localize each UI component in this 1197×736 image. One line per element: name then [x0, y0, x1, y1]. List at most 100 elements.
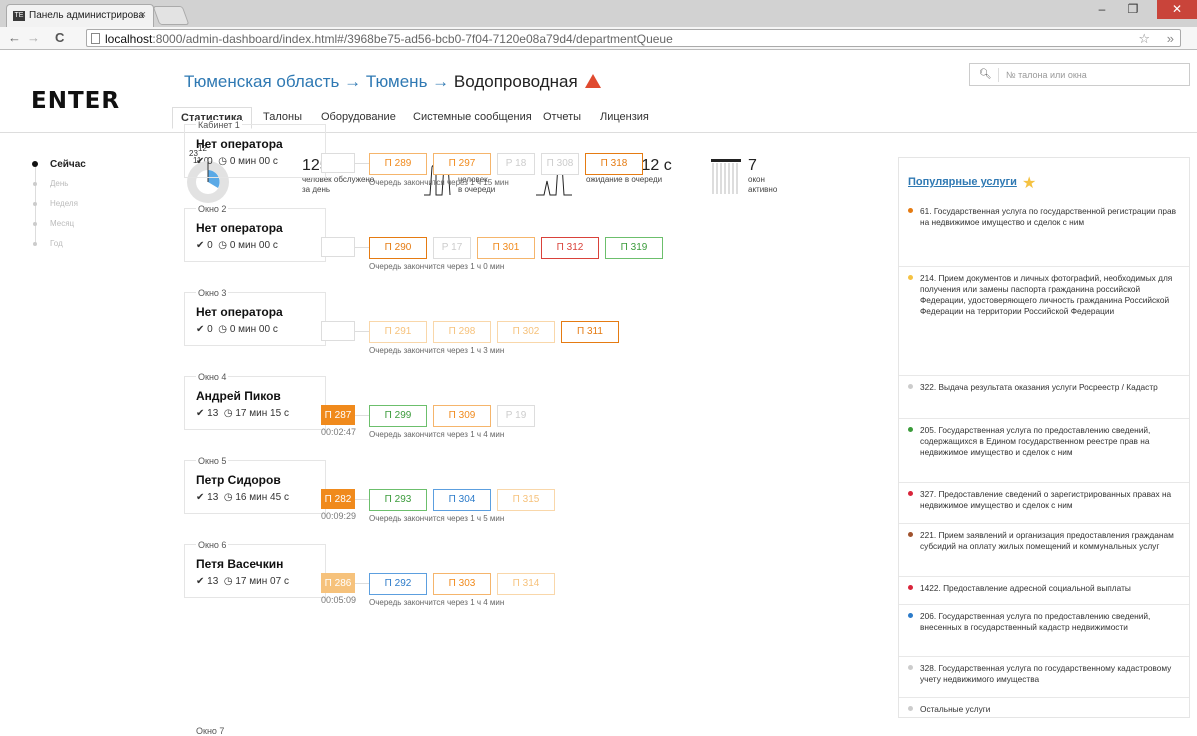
- window-card[interactable]: Петя Васечкин ✔ 13 ◷ 17 мин 07 с: [184, 544, 326, 598]
- popular-service-item[interactable]: 205. Государственная услуга по предостав…: [899, 418, 1189, 482]
- queue-ticket[interactable]: Р 19: [497, 405, 535, 427]
- popular-service-item[interactable]: 221. Прием заявлений и организация предо…: [899, 523, 1189, 576]
- popular-service-item[interactable]: 214. Прием документов и личных фотографи…: [899, 266, 1189, 375]
- queue-ticket[interactable]: П 312: [541, 237, 599, 259]
- window-card[interactable]: Нет оператора ✔ 0 ◷ 0 мин 00 с: [184, 292, 326, 346]
- current-ticket-timer: 00:02:47: [321, 427, 357, 437]
- queue-ticket[interactable]: П 311: [561, 321, 619, 343]
- queue-end-estimate: Очередь закончится через 1 ч 4 мин: [369, 598, 505, 607]
- reload-icon[interactable]: C: [55, 30, 64, 45]
- service-text: 328. Государственная услуга по государст…: [920, 663, 1172, 684]
- queue-ticket[interactable]: П 308: [541, 153, 579, 175]
- window-label: Окно 3: [196, 288, 229, 298]
- minimize-icon[interactable]: –: [1092, 0, 1112, 19]
- popular-services-title[interactable]: Популярные услуги: [908, 176, 1017, 188]
- search-icon[interactable]: 🔍︎: [979, 69, 992, 80]
- current-ticket[interactable]: П 287: [321, 405, 355, 425]
- url-path: :8000/admin-dashboard/index.html#/3968be…: [152, 32, 673, 46]
- popular-service-item[interactable]: 1422. Предоставление адресной социальной…: [899, 576, 1189, 604]
- queue-ticket[interactable]: П 292: [369, 573, 427, 595]
- queue-ticket[interactable]: П 303: [433, 573, 491, 595]
- warning-icon[interactable]: [585, 74, 602, 88]
- window-card[interactable]: Петр Сидоров ✔ 13 ◷ 16 мин 45 с: [184, 460, 326, 514]
- popular-service-item[interactable]: 61. Государственная услуга по государств…: [899, 200, 1189, 266]
- queue-ticket[interactable]: П 297: [433, 153, 491, 175]
- queue-ticket[interactable]: П 304: [433, 489, 491, 511]
- tabs-divider: [0, 132, 1197, 133]
- tab-system-messages[interactable]: Системные сообщения: [413, 107, 532, 127]
- service-text: 206. Государственная услуга по предостав…: [920, 611, 1151, 632]
- period-week[interactable]: Неделя: [30, 199, 86, 219]
- popular-service-item[interactable]: 322. Выдача результата оказания услуги Р…: [899, 375, 1189, 418]
- check-circle-icon: ✔: [196, 492, 205, 503]
- queue-ticket[interactable]: П 290: [369, 237, 427, 259]
- back-icon[interactable]: ←: [8, 30, 21, 45]
- address-bar[interactable]: localhost:8000/admin-dashboard/index.htm…: [86, 29, 1181, 47]
- current-ticket[interactable]: П 286: [321, 573, 355, 593]
- queue-ticket[interactable]: П 302: [497, 321, 555, 343]
- queue-ticket[interactable]: П 299: [369, 405, 427, 427]
- queue-ticket[interactable]: П 301: [477, 237, 535, 259]
- popular-services-panel: Популярные услуги ★ 61. Государственная …: [898, 157, 1190, 718]
- operator-stats: ✔ 13 ◷ 16 мин 45 с: [196, 492, 289, 503]
- current-ticket[interactable]: [321, 153, 355, 173]
- window-label: Окно 5: [196, 456, 229, 466]
- window-label: Кабинет 1: [196, 120, 242, 130]
- current-ticket[interactable]: [321, 321, 355, 341]
- tab-close-icon[interactable]: ×: [140, 9, 146, 21]
- queue-ticket[interactable]: Р 18: [497, 153, 535, 175]
- operator-name: Андрей Пиков: [196, 389, 281, 403]
- popular-service-item[interactable]: 327. Предоставление сведений о зарегистр…: [899, 482, 1189, 523]
- window-card[interactable]: Андрей Пиков ✔ 13 ◷ 17 мин 15 с: [184, 376, 326, 430]
- service-bullet-icon: [908, 208, 913, 213]
- service-text: 1422. Предоставление адресной социальной…: [920, 583, 1131, 593]
- forward-icon[interactable]: →: [27, 30, 40, 45]
- queue-ticket[interactable]: П 289: [369, 153, 427, 175]
- search-input[interactable]: № талона или окна: [1006, 70, 1087, 80]
- queue-ticket[interactable]: П 318: [585, 153, 643, 175]
- queue-ticket[interactable]: П 291: [369, 321, 427, 343]
- browser-tab[interactable]: ТЕ Панель администрирова ×: [6, 4, 154, 27]
- queue-connector: [355, 415, 369, 416]
- window-card[interactable]: Нет оператора ✔ 0 ◷ 0 мин 00 с: [184, 208, 326, 262]
- check-circle-icon: ✔: [196, 408, 205, 419]
- period-year[interactable]: Год: [30, 239, 86, 259]
- queue-ticket[interactable]: П 314: [497, 573, 555, 595]
- bookmark-star-icon[interactable]: ☆: [1138, 31, 1150, 47]
- service-text: 322. Выдача результата оказания услуги Р…: [920, 382, 1158, 392]
- queue-ticket[interactable]: П 315: [497, 489, 555, 511]
- stat-served-label2: за день: [302, 185, 331, 194]
- extensions-more-icon[interactable]: »: [1167, 31, 1174, 46]
- popular-service-item[interactable]: Остальные услуги: [899, 697, 1189, 719]
- tab-equipment[interactable]: Оборудование: [321, 107, 396, 127]
- queue-connector: [355, 583, 369, 584]
- tab-reports[interactable]: Отчеты: [543, 107, 581, 127]
- operator-name: Нет оператора: [196, 221, 283, 235]
- period-now[interactable]: Сейчас: [30, 159, 86, 179]
- period-month[interactable]: Месяц: [30, 219, 86, 239]
- queue-ticket[interactable]: П 293: [369, 489, 427, 511]
- search-box[interactable]: 🔍︎ № талона или окна: [969, 63, 1190, 86]
- breadcrumb-region[interactable]: Тюменская область: [184, 72, 339, 91]
- queue-ticket[interactable]: П 309: [433, 405, 491, 427]
- service-text: 221. Прием заявлений и организация предо…: [920, 530, 1174, 551]
- popular-service-item[interactable]: 328. Государственная услуга по государст…: [899, 656, 1189, 697]
- current-ticket[interactable]: [321, 237, 355, 257]
- breadcrumb-city[interactable]: Тюмень: [366, 72, 428, 91]
- current-ticket[interactable]: П 282: [321, 489, 355, 509]
- queue-ticket[interactable]: П 319: [605, 237, 663, 259]
- window-card[interactable]: Нет оператора ✔ 0 ◷ 0 мин 00 с: [184, 124, 326, 178]
- maximize-icon[interactable]: ❐: [1118, 0, 1148, 19]
- window-label: Окно 6: [196, 540, 229, 550]
- clock-icon: ◷: [223, 576, 233, 587]
- operator-stats: ✔ 0 ◷ 0 мин 00 с: [196, 156, 278, 167]
- period-day[interactable]: День: [30, 179, 86, 199]
- queue-ticket[interactable]: П 298: [433, 321, 491, 343]
- new-tab-button[interactable]: [152, 6, 190, 25]
- breadcrumb-separator: →: [344, 72, 362, 91]
- window-close-icon[interactable]: ✕: [1157, 0, 1197, 19]
- queue-ticket[interactable]: Р 17: [433, 237, 471, 259]
- tab-license[interactable]: Лицензия: [600, 107, 649, 127]
- enter-logo[interactable]: ENTER: [31, 88, 120, 114]
- popular-service-item[interactable]: 206. Государственная услуга по предостав…: [899, 604, 1189, 656]
